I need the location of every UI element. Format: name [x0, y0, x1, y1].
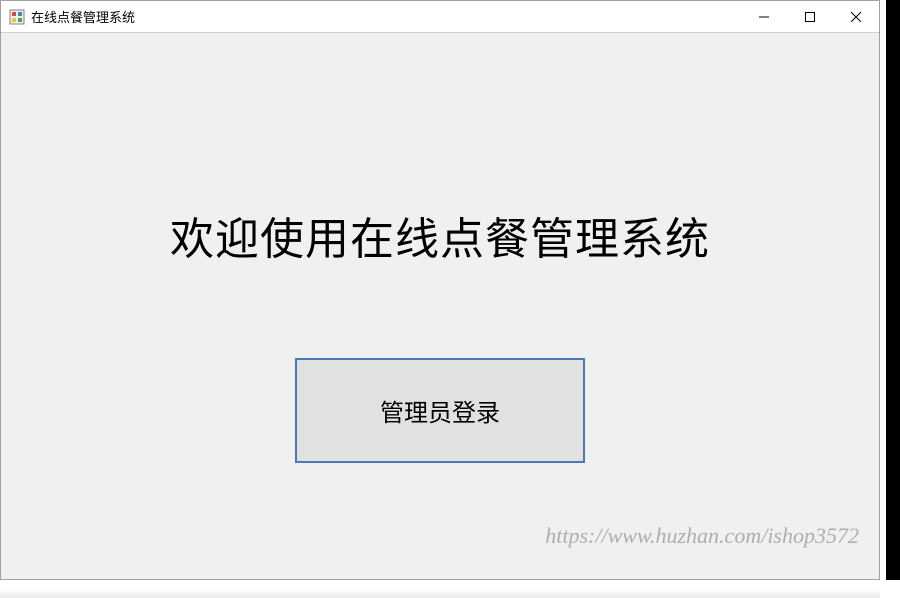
- minimize-button[interactable]: [741, 1, 787, 33]
- app-icon: [9, 9, 25, 25]
- titlebar: 在线点餐管理系统: [1, 1, 879, 33]
- admin-login-label: 管理员登录: [380, 393, 500, 428]
- app-window: 在线点餐管理系统 欢迎使用在线点餐管理系统 管: [0, 0, 880, 580]
- maximize-icon: [805, 12, 815, 22]
- bottom-shadow: [0, 588, 880, 598]
- admin-login-button[interactable]: 管理员登录: [295, 358, 585, 463]
- welcome-heading: 欢迎使用在线点餐管理系统: [1, 203, 879, 267]
- maximize-button[interactable]: [787, 1, 833, 33]
- content-area: 欢迎使用在线点餐管理系统 管理员登录 https://www.huzhan.co…: [1, 33, 879, 579]
- close-button[interactable]: [833, 1, 879, 33]
- window-controls: [741, 1, 879, 33]
- close-icon: [851, 12, 861, 22]
- window-title: 在线点餐管理系统: [31, 7, 135, 26]
- minimize-icon: [759, 12, 769, 22]
- titlebar-left: 在线点餐管理系统: [9, 7, 135, 26]
- watermark-text: https://www.huzhan.com/ishop3572: [545, 523, 859, 549]
- right-black-border: [886, 0, 900, 580]
